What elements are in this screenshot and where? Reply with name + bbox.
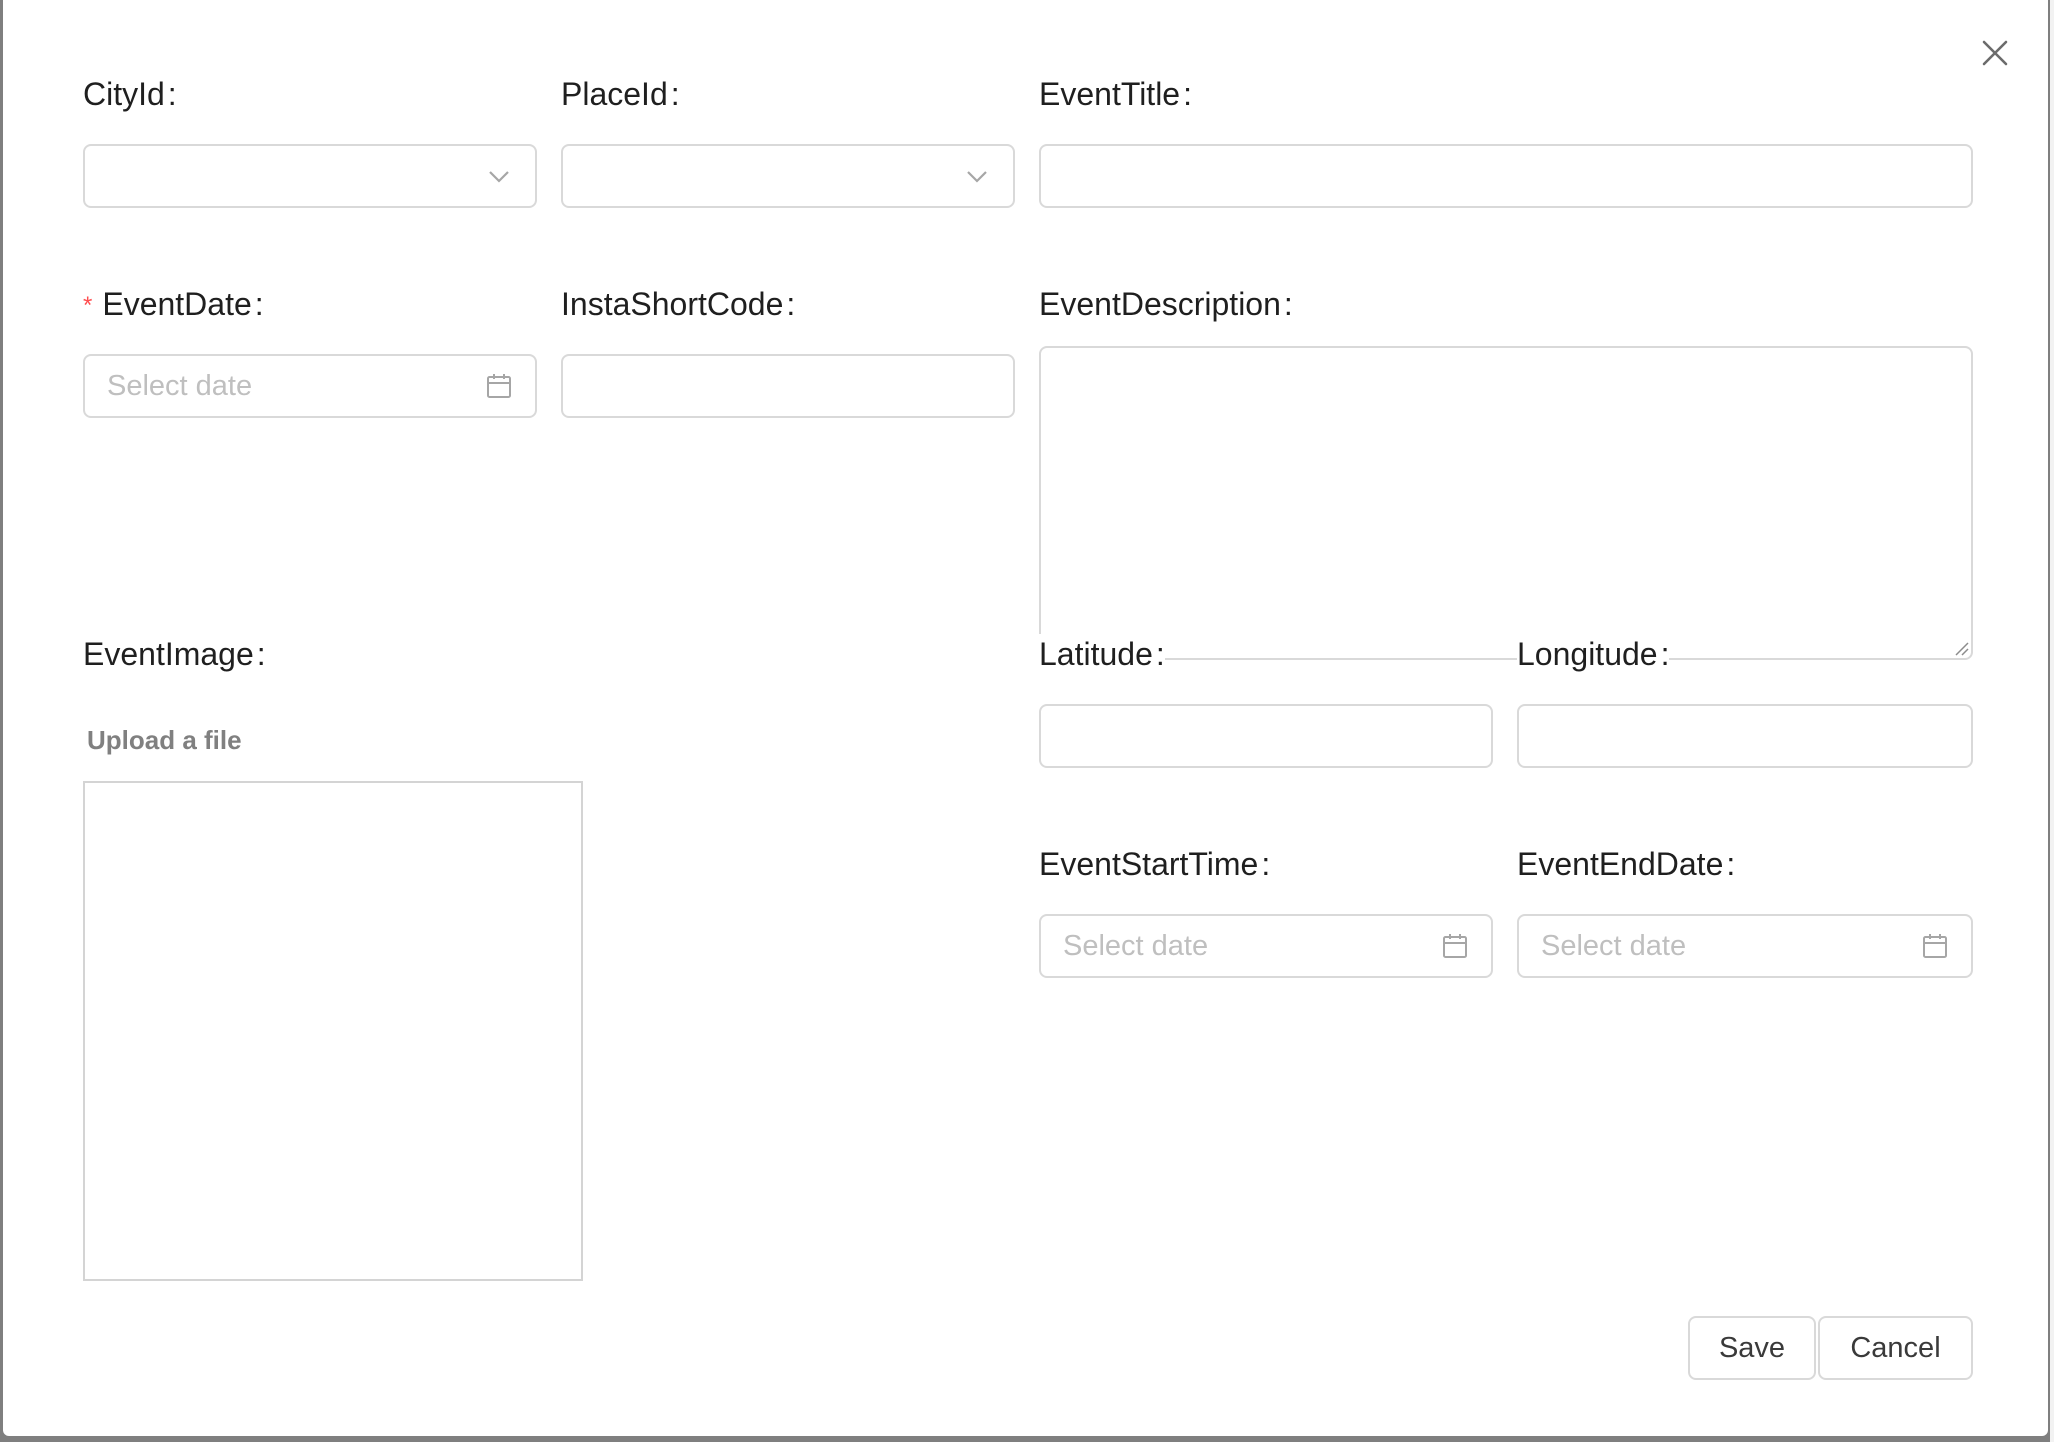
event-end-date-label: EventEndDate: — [1517, 846, 1736, 882]
city-id-label: CityId: — [83, 76, 177, 112]
latitude-label: Latitude: — [1039, 634, 1165, 674]
insta-short-code-input[interactable] — [561, 354, 1015, 418]
event-date-placeholder: Select date — [107, 370, 253, 402]
calendar-icon — [1921, 932, 1949, 960]
chevron-down-icon — [963, 162, 991, 190]
cancel-button[interactable]: Cancel — [1818, 1316, 1973, 1380]
event-form-modal: CityId: PlaceId: EventTitle: * EventDate:… — [3, 0, 2048, 1436]
place-id-label: PlaceId: — [561, 76, 680, 112]
save-button[interactable]: Save — [1688, 1316, 1816, 1380]
event-start-time-placeholder: Select date — [1063, 930, 1209, 962]
event-start-time-picker[interactable]: Select date — [1039, 914, 1493, 978]
resize-handle-icon[interactable] — [1953, 640, 1969, 656]
calendar-icon — [1441, 932, 1469, 960]
event-description-label: EventDescription: — [1039, 286, 1293, 322]
longitude-label: Longitude: — [1517, 634, 1670, 674]
event-image-label: EventImage: — [83, 636, 266, 672]
event-end-date-placeholder: Select date — [1541, 930, 1687, 962]
longitude-input[interactable] — [1517, 704, 1973, 768]
chevron-down-icon — [485, 162, 513, 190]
calendar-icon — [485, 372, 513, 400]
event-date-picker[interactable]: Select date — [83, 354, 537, 418]
city-id-select[interactable] — [83, 144, 537, 208]
event-title-label: EventTitle: — [1039, 76, 1192, 112]
place-id-select[interactable] — [561, 144, 1015, 208]
close-icon[interactable] — [1978, 36, 2012, 70]
event-end-date-picker[interactable]: Select date — [1517, 914, 1973, 978]
latitude-input[interactable] — [1039, 704, 1493, 768]
event-description-textarea[interactable] — [1039, 346, 1973, 660]
required-mark: * — [83, 292, 93, 319]
insta-short-code-label: InstaShortCode: — [561, 286, 796, 322]
event-start-time-label: EventStartTime: — [1039, 846, 1271, 882]
image-upload-area[interactable] — [83, 781, 583, 1281]
event-title-input[interactable] — [1039, 144, 1973, 208]
page-edge — [2050, 0, 2054, 1442]
event-date-label: * EventDate: — [83, 286, 264, 322]
upload-file-link[interactable]: Upload a file — [87, 720, 242, 760]
